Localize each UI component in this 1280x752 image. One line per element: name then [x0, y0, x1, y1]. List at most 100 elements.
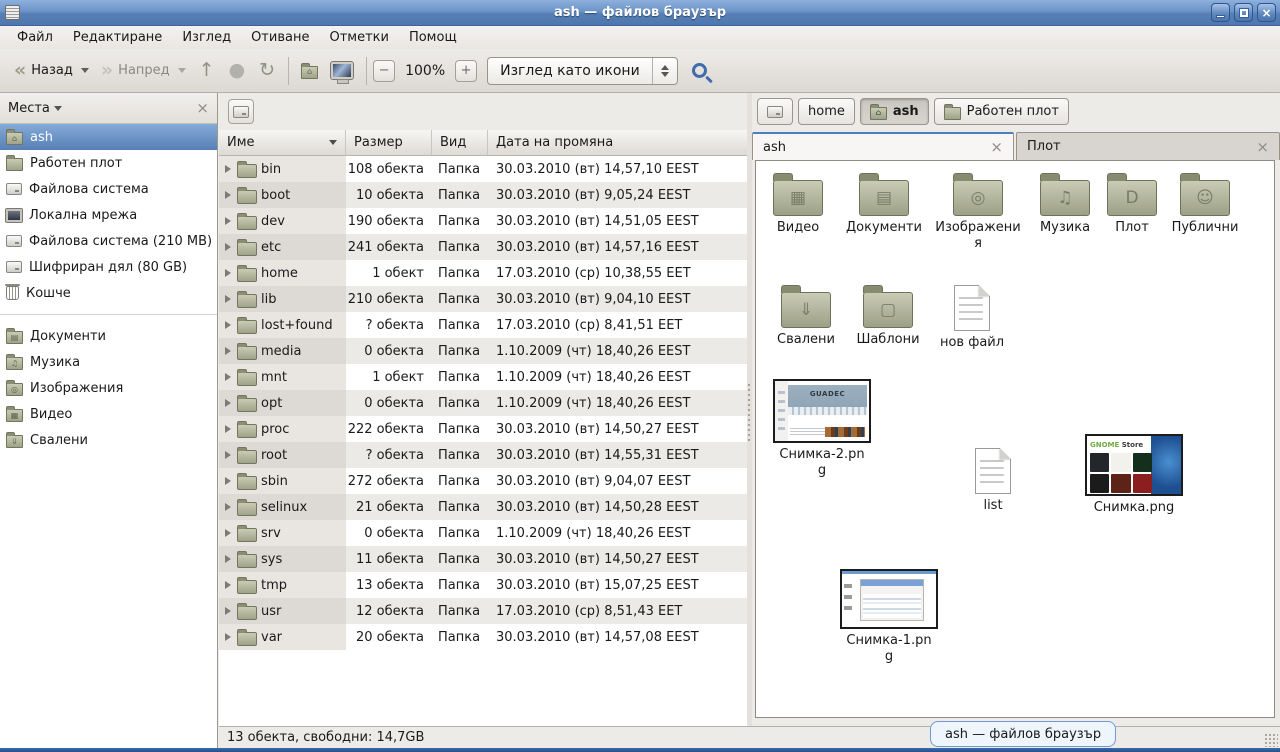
table-row[interactable]: srv0 обектаПапка1.10.2009 (чт) 18,40,26 … — [219, 520, 747, 546]
menu-item[interactable]: Редактиране — [64, 28, 171, 47]
table-row[interactable]: root? обектаПапка30.03.2010 (вт) 14,55,3… — [219, 442, 747, 468]
table-row[interactable]: dev190 обектаПапка30.03.2010 (вт) 14,51,… — [219, 208, 747, 234]
view-mode-spinner[interactable] — [653, 65, 677, 77]
expander-icon[interactable] — [225, 295, 231, 303]
icon-item[interactable]: Снимка-1.png — [837, 569, 941, 666]
tab-ash[interactable]: ash× — [752, 132, 1014, 160]
sidebar-item[interactable]: ◎Изображения — [0, 375, 217, 401]
menu-item[interactable]: Изглед — [173, 28, 240, 47]
tab-Плот[interactable]: Плот× — [1016, 132, 1280, 160]
window-list-badge[interactable]: ash — файлов браузър — [930, 721, 1116, 747]
search-button[interactable] — [692, 63, 707, 78]
icon-item[interactable]: list — [953, 446, 1033, 514]
minimize-button[interactable] — [1211, 3, 1230, 22]
pathbar-button[interactable]: ⌂ash — [860, 98, 929, 125]
table-row[interactable]: tmp13 обектаПапка30.03.2010 (вт) 15,07,2… — [219, 572, 747, 598]
table-row[interactable]: lib210 обектаПапка30.03.2010 (вт) 9,04,1… — [219, 286, 747, 312]
column-header-name[interactable]: Име — [219, 130, 346, 155]
back-dropdown-icon[interactable] — [81, 68, 89, 73]
expander-icon[interactable] — [225, 269, 231, 277]
sidebar-item[interactable]: Файлова система — [0, 176, 217, 202]
resize-grip[interactable] — [1264, 733, 1278, 747]
expander-icon[interactable] — [225, 529, 231, 537]
sidebar-item[interactable]: ⌂ash — [0, 124, 217, 150]
icon-item[interactable]: ▦Видео — [758, 171, 838, 236]
sidebar-item[interactable]: Файлова система (210 MB) — [0, 228, 217, 254]
table-row[interactable]: media0 обектаПапка1.10.2009 (чт) 18,40,2… — [219, 338, 747, 364]
table-row[interactable]: usr12 обектаПапка17.03.2010 (ср) 8,51,43… — [219, 598, 747, 624]
icon-item[interactable]: ▤Документи — [842, 171, 926, 236]
expander-icon[interactable] — [225, 321, 231, 329]
zoom-out-button[interactable]: − — [373, 60, 395, 82]
table-row[interactable]: var20 обектаПапка30.03.2010 (вт) 14,57,0… — [219, 624, 747, 650]
sidebar-item[interactable]: Кошче — [0, 280, 217, 306]
icon-item[interactable]: DПлот — [1094, 171, 1170, 236]
expander-icon[interactable] — [225, 243, 231, 251]
table-row[interactable]: etc241 обектаПапка30.03.2010 (вт) 14,57,… — [219, 234, 747, 260]
maximize-button[interactable] — [1234, 3, 1253, 22]
menu-item[interactable]: Файл — [8, 28, 62, 47]
icon-item[interactable]: ⇓Свалени — [766, 283, 846, 348]
pathbar-button[interactable]: home — [798, 98, 855, 125]
expander-icon[interactable] — [225, 607, 231, 615]
expander-icon[interactable] — [225, 191, 231, 199]
table-row[interactable]: lost+found? обектаПапка17.03.2010 (ср) 8… — [219, 312, 747, 338]
table-row[interactable]: proc222 обектаПапка30.03.2010 (вт) 14,50… — [219, 416, 747, 442]
sidebar-close-icon[interactable]: × — [196, 99, 209, 117]
expander-icon[interactable] — [225, 477, 231, 485]
expander-icon[interactable] — [225, 373, 231, 381]
expander-icon[interactable] — [225, 503, 231, 511]
computer-button[interactable] — [324, 62, 360, 79]
sidebar-header-select[interactable]: Места — [8, 101, 62, 116]
icon-item[interactable]: GNOME StoreСнимка.png — [1082, 434, 1186, 516]
close-button[interactable]: × — [1257, 3, 1276, 22]
table-row[interactable]: sys11 обектаПапка30.03.2010 (вт) 14,50,2… — [219, 546, 747, 572]
table-row[interactable]: selinux21 обектаПапка30.03.2010 (вт) 14,… — [219, 494, 747, 520]
icon-view[interactable]: ▦Видео▤Документи◎Изображения♫МузикаDПлот… — [755, 160, 1275, 718]
icon-item[interactable]: нов файл — [928, 283, 1016, 351]
sidebar-item[interactable]: ▦Видео — [0, 401, 217, 427]
icon-item[interactable]: ▢Шаблони — [848, 283, 928, 348]
sidebar-item[interactable]: Локална мрежа — [0, 202, 217, 228]
tab-close-icon[interactable]: × — [1256, 138, 1269, 156]
column-header-size[interactable]: Размер — [346, 130, 432, 155]
expander-icon[interactable] — [225, 425, 231, 433]
expander-icon[interactable] — [225, 633, 231, 641]
view-mode-select[interactable]: Изглед като икони — [487, 57, 678, 85]
expander-icon[interactable] — [225, 581, 231, 589]
sidebar-item[interactable]: ▤Документи — [0, 323, 217, 349]
table-row[interactable]: bin108 обектаПапка30.03.2010 (вт) 14,57,… — [219, 156, 747, 182]
menu-item[interactable]: Помощ — [400, 28, 466, 47]
location-button[interactable] — [228, 99, 254, 124]
table-row[interactable]: boot10 обектаПапка30.03.2010 (вт) 9,05,2… — [219, 182, 747, 208]
icon-item[interactable]: GUADECСнимка-2.png — [772, 379, 872, 480]
table-row[interactable]: home1 обектПапка17.03.2010 (ср) 10,38,55… — [219, 260, 747, 286]
up-button[interactable]: ↑ — [192, 57, 222, 84]
zoom-in-button[interactable]: + — [455, 60, 477, 82]
column-header-modified[interactable]: Дата на промяна — [488, 130, 747, 155]
table-row[interactable]: mnt1 обектПапка1.10.2009 (чт) 18,40,26 E… — [219, 364, 747, 390]
pathbar-button[interactable]: Работен плот — [934, 98, 1069, 125]
expander-icon[interactable] — [225, 347, 231, 355]
sidebar-item[interactable]: Работен плот — [0, 150, 217, 176]
expander-icon[interactable] — [225, 217, 231, 225]
reload-button[interactable]: ↻ — [252, 57, 282, 84]
menu-item[interactable]: Отиване — [242, 28, 318, 47]
expander-icon[interactable] — [225, 555, 231, 563]
sidebar-item[interactable]: Шифриран дял (80 GB) — [0, 254, 217, 280]
expander-icon[interactable] — [225, 165, 231, 173]
menu-item[interactable]: Отметки — [320, 28, 397, 47]
table-row[interactable]: opt0 обектаПапка1.10.2009 (чт) 18,40,26 … — [219, 390, 747, 416]
stop-button[interactable]: ● — [222, 57, 253, 84]
back-button[interactable]: « Назад — [8, 57, 95, 84]
icon-item[interactable]: ◎Изображения — [934, 171, 1022, 253]
forward-button[interactable]: » Напред — [95, 57, 192, 84]
tab-close-icon[interactable]: × — [990, 138, 1003, 156]
sidebar-item[interactable]: ♫Музика — [0, 349, 217, 375]
expander-icon[interactable] — [225, 451, 231, 459]
expander-icon[interactable] — [225, 399, 231, 407]
table-row[interactable]: sbin272 обектаПапка30.03.2010 (вт) 9,04,… — [219, 468, 747, 494]
titlebar[interactable]: ash — файлов браузър × — [0, 0, 1280, 26]
icon-item[interactable]: ☺Публични — [1161, 171, 1249, 236]
sidebar-item[interactable]: ⇓Свалени — [0, 427, 217, 453]
